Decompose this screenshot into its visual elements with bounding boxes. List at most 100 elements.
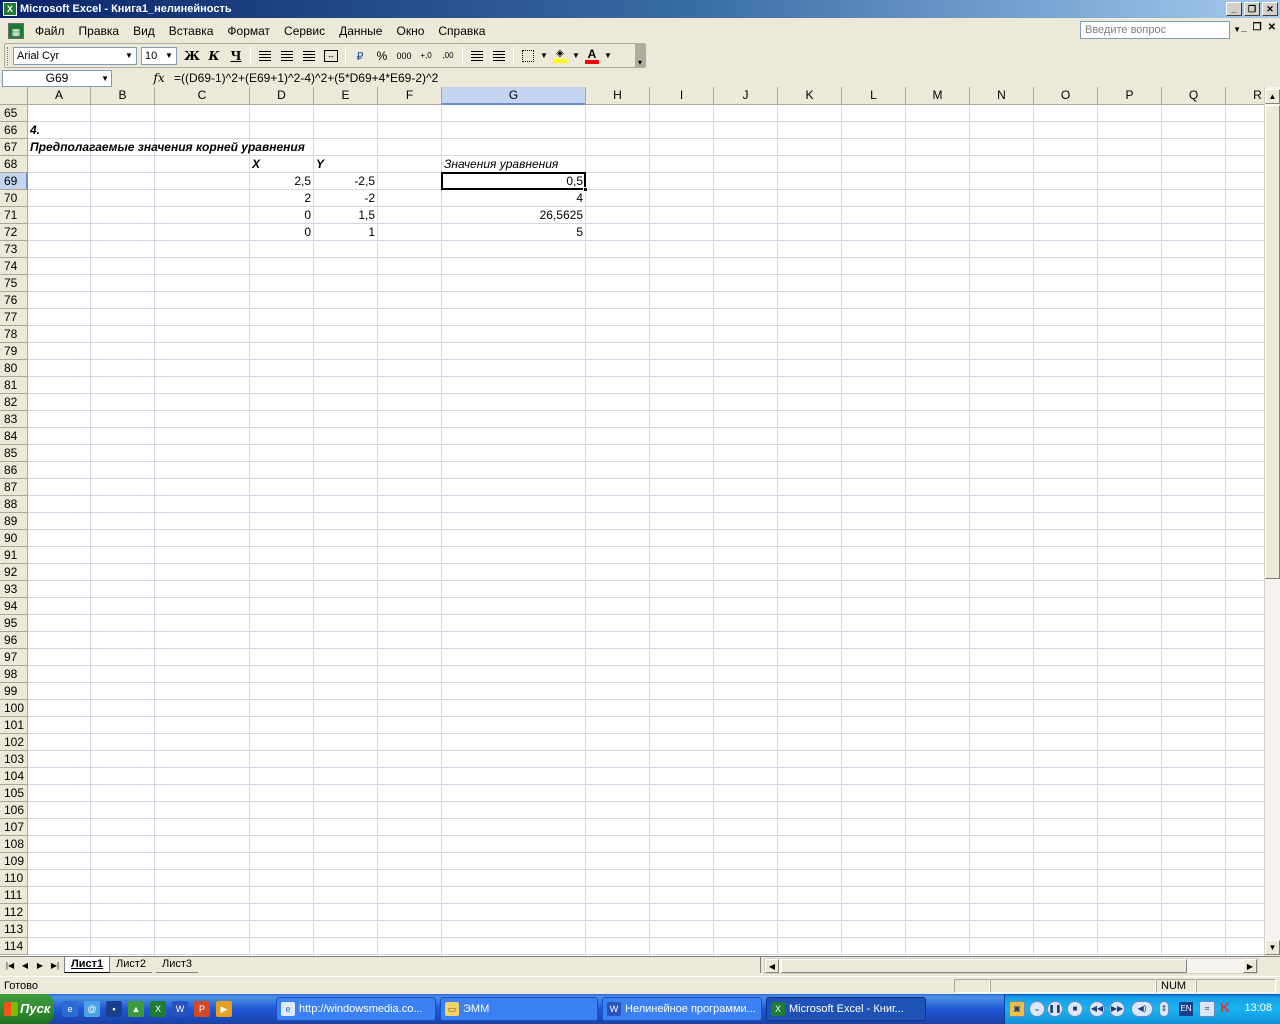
column-header-n[interactable]: N bbox=[970, 87, 1034, 105]
menu-tools[interactable]: Сервис bbox=[277, 24, 332, 38]
chart-icon[interactable]: ▲ bbox=[128, 1001, 144, 1017]
scroll-left-button[interactable]: ◀ bbox=[765, 959, 779, 973]
row-header[interactable]: 112 bbox=[0, 904, 28, 921]
column-header-k[interactable]: K bbox=[778, 87, 842, 105]
column-header-j[interactable]: J bbox=[714, 87, 778, 105]
cell-g72[interactable]: 5 bbox=[442, 224, 585, 241]
column-header-l[interactable]: L bbox=[842, 87, 906, 105]
row-header[interactable]: 75 bbox=[0, 275, 28, 292]
column-header-d[interactable]: D bbox=[250, 87, 314, 105]
workbook-icon[interactable]: ▦ bbox=[8, 22, 24, 39]
cell-a66[interactable]: 4. bbox=[28, 122, 40, 139]
internet-explorer-icon[interactable]: e bbox=[62, 1001, 78, 1017]
row-header[interactable]: 111 bbox=[0, 887, 28, 904]
align-center-button[interactable] bbox=[276, 46, 298, 66]
insert-function-button[interactable]: fx bbox=[112, 71, 172, 85]
start-button[interactable]: Пуск bbox=[0, 994, 54, 1024]
sheet-tab-3[interactable]: Лист3 bbox=[156, 957, 199, 973]
row-header[interactable]: 72 bbox=[0, 224, 28, 241]
cell-d70[interactable]: 2 bbox=[250, 190, 313, 207]
row-header[interactable]: 110 bbox=[0, 870, 28, 887]
word-icon[interactable]: W bbox=[172, 1001, 188, 1017]
taskbar-item-browser[interactable]: e http://windowsmedia.co... bbox=[276, 997, 436, 1021]
pause-icon[interactable]: ❚❚ bbox=[1047, 1001, 1063, 1017]
column-header-o[interactable]: O bbox=[1034, 87, 1098, 105]
row-header[interactable]: 100 bbox=[0, 700, 28, 717]
sheet-tab-1[interactable]: Лист1 bbox=[64, 957, 111, 973]
row-header[interactable]: 83 bbox=[0, 411, 28, 428]
scroll-down-button[interactable]: ▼ bbox=[1265, 940, 1280, 955]
previous-track-icon[interactable]: ◀◀ bbox=[1089, 1001, 1105, 1017]
row-header[interactable]: 102 bbox=[0, 734, 28, 751]
row-header[interactable]: 113 bbox=[0, 921, 28, 938]
browser-icon[interactable]: @ bbox=[84, 1001, 100, 1017]
column-header-p[interactable]: P bbox=[1098, 87, 1162, 105]
row-header[interactable]: 68 bbox=[0, 156, 28, 173]
row-header[interactable]: 98 bbox=[0, 666, 28, 683]
cell-a67[interactable]: Предполагаемые значения корней уравнения bbox=[28, 139, 305, 156]
vertical-scrollbar[interactable]: ▲ ▼ bbox=[1264, 87, 1280, 956]
taskbar-item-folder[interactable]: ▭ ЭММ bbox=[440, 997, 598, 1021]
row-header[interactable]: 76 bbox=[0, 292, 28, 309]
vertical-scroll-thumb[interactable] bbox=[1265, 105, 1280, 579]
column-header-b[interactable]: B bbox=[91, 87, 155, 105]
italic-button[interactable]: К bbox=[203, 46, 225, 66]
row-header[interactable]: 99 bbox=[0, 683, 28, 700]
cell-area[interactable]: 4. Предполагаемые значения корней уравнен… bbox=[28, 105, 1264, 956]
borders-button[interactable] bbox=[517, 46, 539, 66]
font-size-select[interactable]: 10 ▼ bbox=[141, 46, 177, 65]
scroll-right-button[interactable]: ▶ bbox=[1243, 959, 1257, 973]
workbook-minimize-button[interactable]: _ bbox=[1241, 22, 1247, 33]
cell-g71[interactable]: 26,5625 bbox=[442, 207, 585, 224]
row-header[interactable]: 66 bbox=[0, 122, 28, 139]
toolbar-grip[interactable] bbox=[7, 46, 10, 65]
cell-d69[interactable]: 2,5 bbox=[250, 173, 313, 190]
row-header[interactable]: 74 bbox=[0, 258, 28, 275]
row-header[interactable]: 86 bbox=[0, 462, 28, 479]
cell-d68[interactable]: X bbox=[250, 156, 260, 173]
worksheet-grid[interactable]: ABCDEFGHIJKLMNOPQR 65 66 67 68 69 70 71 72 73 74 7… bbox=[0, 87, 1280, 956]
row-header[interactable]: 94 bbox=[0, 598, 28, 615]
borders-dropdown[interactable]: ▼ bbox=[539, 46, 549, 66]
menu-chevron-icon[interactable]: ⌄ bbox=[1029, 1001, 1045, 1017]
volume-slider[interactable]: ⇕ bbox=[1159, 1001, 1169, 1017]
chevron-down-icon[interactable]: ▼ bbox=[123, 49, 135, 63]
scroll-up-button[interactable]: ▲ bbox=[1265, 89, 1280, 104]
network-icon[interactable]: ⌗ bbox=[1199, 1001, 1215, 1017]
horizontal-scrollbar[interactable]: ◀ ▶ bbox=[764, 958, 1258, 974]
increase-indent-button[interactable] bbox=[488, 46, 510, 66]
row-header[interactable]: 81 bbox=[0, 377, 28, 394]
column-header-a[interactable]: A bbox=[28, 87, 91, 105]
bold-button[interactable]: Ж bbox=[181, 46, 203, 66]
minimize-button[interactable]: _ bbox=[1226, 2, 1242, 16]
row-header[interactable]: 114 bbox=[0, 938, 28, 955]
workbook-close-button[interactable]: ✕ bbox=[1268, 22, 1276, 33]
row-header[interactable]: 87 bbox=[0, 479, 28, 496]
taskbar-item-word[interactable]: W Нелинейное программи... bbox=[602, 997, 762, 1021]
powerpoint-icon[interactable]: P bbox=[194, 1001, 210, 1017]
fill-color-dropdown[interactable]: ▼ bbox=[571, 46, 581, 66]
cell-g68[interactable]: Значения уравнения bbox=[442, 156, 558, 173]
row-header[interactable]: 101 bbox=[0, 717, 28, 734]
row-header[interactable]: 95 bbox=[0, 615, 28, 632]
media-player-icon[interactable]: ▶ bbox=[216, 1001, 232, 1017]
row-header[interactable]: 84 bbox=[0, 428, 28, 445]
row-header[interactable]: 89 bbox=[0, 513, 28, 530]
next-sheet-button[interactable]: ▶ bbox=[33, 959, 47, 973]
percent-style-button[interactable]: % bbox=[371, 46, 393, 66]
stop-icon[interactable]: ■ bbox=[1067, 1001, 1083, 1017]
decrease-indent-button[interactable] bbox=[466, 46, 488, 66]
excel-app-icon[interactable]: X bbox=[3, 2, 17, 16]
row-header[interactable]: 103 bbox=[0, 751, 28, 768]
menu-view[interactable]: Вид bbox=[126, 24, 162, 38]
row-header[interactable]: 65 bbox=[0, 105, 28, 122]
row-header[interactable]: 85 bbox=[0, 445, 28, 462]
name-box[interactable]: G69 ▼ bbox=[2, 69, 112, 87]
workbook-restore-button[interactable]: ❐ bbox=[1253, 22, 1262, 33]
menu-help[interactable]: Справка bbox=[431, 24, 492, 38]
close-button[interactable]: ✕ bbox=[1262, 2, 1278, 16]
horizontal-scroll-thumb[interactable] bbox=[781, 959, 1187, 973]
font-name-select[interactable]: Arial Cyr ▼ bbox=[13, 46, 137, 65]
align-left-button[interactable] bbox=[254, 46, 276, 66]
column-header-f[interactable]: F bbox=[378, 87, 442, 105]
